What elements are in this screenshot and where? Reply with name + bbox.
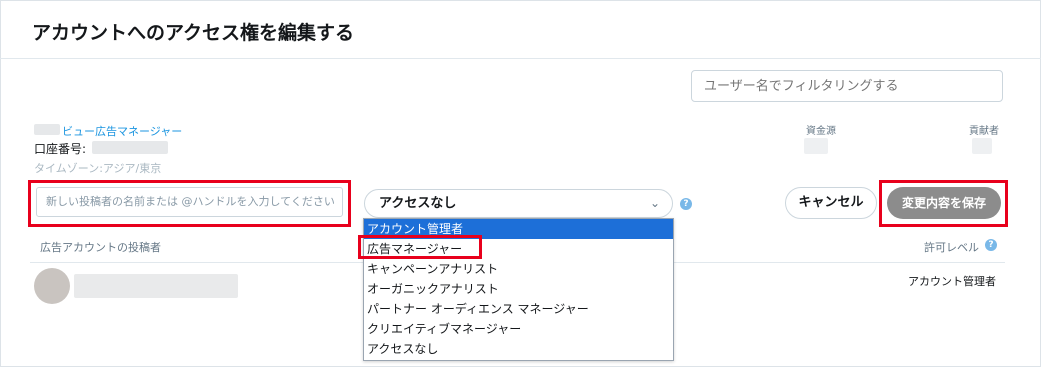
title-divider	[0, 58, 1041, 59]
account-number-label: 口座番号:	[34, 142, 87, 156]
avatar	[34, 268, 70, 304]
redacted-account-number	[92, 141, 168, 154]
dropdown-option-campaign-analyst[interactable]: キャンペーンアナリスト	[364, 259, 673, 279]
account-poster-header: 広告アカウントの投稿者	[40, 241, 161, 254]
help-icon[interactable]: ?	[680, 198, 692, 210]
account-name: ビュー広告マネージャー	[62, 125, 183, 138]
dropdown-option-creative-manager[interactable]: クリエイティブマネージャー	[364, 319, 673, 339]
contributor-header: 貢献者	[969, 126, 999, 137]
dropdown-option-partner-audience-manager[interactable]: パートナー オーディエンス マネージャー	[364, 299, 673, 319]
highlight-box-save	[879, 180, 1008, 227]
cancel-button[interactable]: キャンセル	[785, 187, 877, 219]
redacted-poster-name	[74, 274, 238, 298]
highlight-box-ads-manager	[358, 235, 482, 259]
permission-level-header: 許可レベル	[924, 241, 979, 254]
account-timezone: タイムゾーン:アジア/東京	[34, 162, 162, 175]
highlight-box-poster-input	[28, 180, 351, 227]
access-level-value: アクセスなし	[379, 196, 457, 211]
dropdown-option-no-access[interactable]: アクセスなし	[364, 339, 673, 359]
access-level-select[interactable]: アクセスなし ⌄	[364, 189, 673, 218]
redacted-contributor	[972, 138, 992, 154]
redacted-account-prefix	[34, 124, 60, 135]
dialog-title: アカウントへのアクセス権を編集する	[32, 22, 355, 44]
redacted-funding-source	[804, 138, 828, 154]
username-filter-input[interactable]	[691, 70, 1003, 102]
chevron-down-icon: ⌄	[649, 196, 660, 210]
dropdown-option-organic-analyst[interactable]: オーガニックアナリスト	[364, 279, 673, 299]
funding-source-header: 資金源	[806, 126, 836, 137]
row-permission-level: アカウント管理者	[908, 275, 996, 288]
help-icon[interactable]: ?	[985, 239, 997, 251]
